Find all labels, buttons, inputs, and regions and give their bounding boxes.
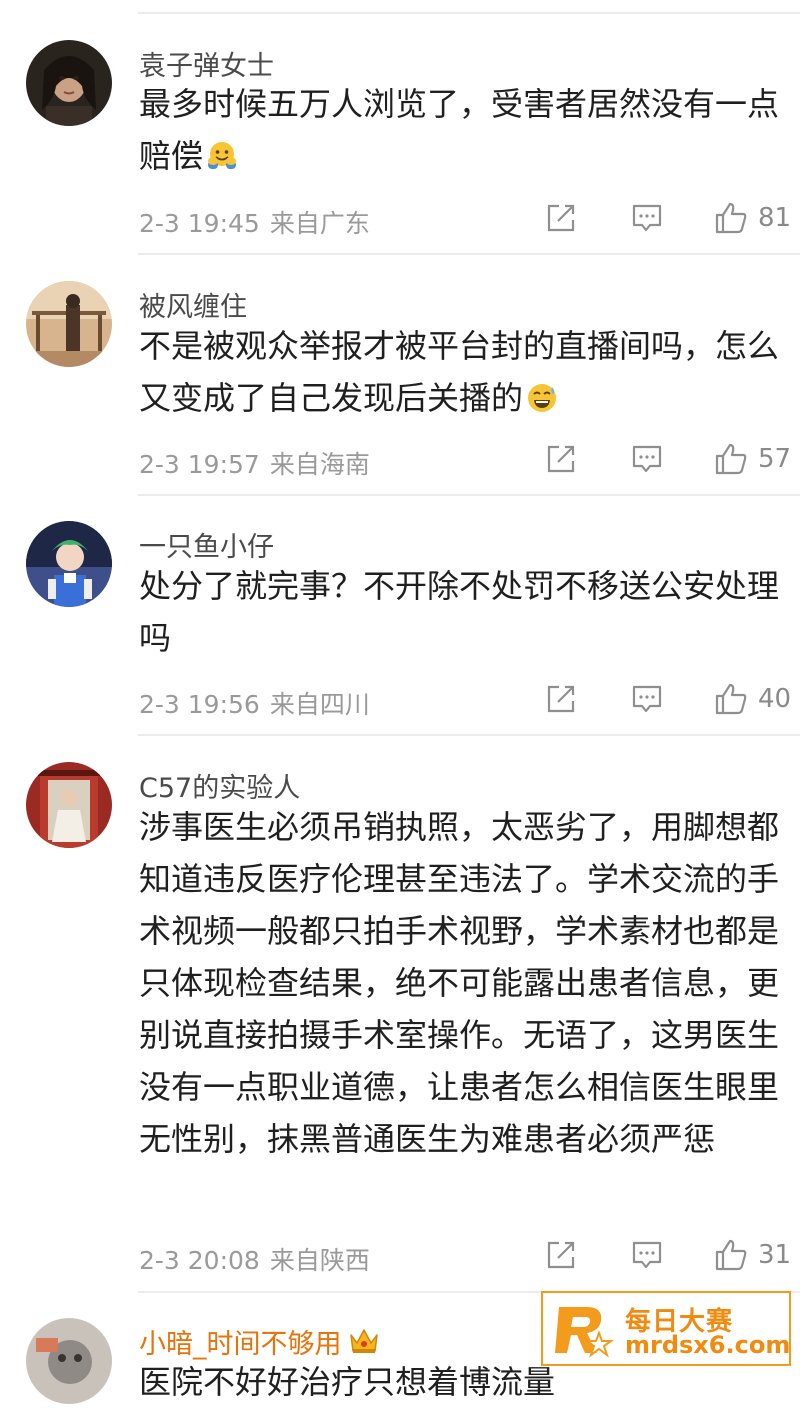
thumbs-up-icon [715,202,747,234]
timestamp: 2-3 19:57 [139,450,260,479]
username[interactable]: C57的实验人 [139,766,300,805]
timestamp: 2-3 19:45 [139,209,260,238]
share-button[interactable] [544,679,578,719]
share-edit-icon [547,204,575,232]
reply-button[interactable] [630,1235,664,1275]
location: 来自陕西 [269,1246,370,1275]
share-button[interactable] [544,198,578,238]
comment-actions: 57 [510,439,800,479]
comment-bubble-icon [632,204,662,232]
divider [138,494,800,496]
like-button[interactable]: 31 [714,1235,791,1275]
avatar[interactable] [26,521,112,607]
avatar[interactable] [26,1318,112,1404]
avatar[interactable] [26,762,112,848]
avatar[interactable] [26,40,112,126]
username[interactable]: 一只鱼小仔 [139,525,274,564]
comment-text: 不是被观众举报才被平台封的直播间吗，怎么又变成了自己发现后关播的 [139,327,780,417]
divider [138,12,800,14]
share-edit-icon [547,685,575,713]
share-button[interactable] [544,1235,578,1275]
like-button[interactable]: 81 [714,198,791,238]
comment-meta: 2-3 19:56 来自四川 [139,685,370,721]
crown-icon [349,1329,378,1353]
like-button[interactable]: 57 [714,439,791,479]
comment-bubble-icon [632,1241,662,1269]
timestamp: 2-3 19:56 [139,690,260,719]
divider [138,734,800,736]
share-edit-icon [547,1241,575,1269]
reply-button[interactable] [630,679,664,719]
like-count: 57 [758,444,792,474]
comment-actions: 40 [510,679,800,719]
like-count: 31 [758,1240,792,1270]
comment-bubble-icon [632,445,662,473]
thumbs-up-icon [715,683,747,715]
sweat-smile-icon [528,384,557,412]
share-button[interactable] [544,439,578,479]
thumbs-up-icon [715,443,747,475]
like-count: 81 [758,203,792,233]
share-edit-icon [547,445,575,473]
like-button[interactable]: 40 [714,679,791,719]
comment-meta: 2-3 20:08 来自陕西 [139,1241,370,1277]
divider [138,253,800,255]
watermark-domain: mrdsx6.com [625,1331,791,1359]
like-count: 40 [758,684,792,714]
avatar[interactable] [26,281,112,367]
comment-actions: 31 [510,1235,800,1275]
comment-meta: 2-3 19:57 来自海南 [139,445,370,481]
hugging-face-icon [208,142,237,169]
location: 来自四川 [269,690,370,719]
comment-text: 涉事医生必须吊销执照，太恶劣了，用脚想都知道违反医疗伦理甚至违法了。学术交流的手… [139,808,780,1158]
comment-actions: 81 [510,198,800,238]
brand-logo-icon [555,1307,615,1358]
location: 来自广东 [269,209,370,238]
reply-button[interactable] [630,198,664,238]
reply-button[interactable] [630,439,664,479]
watermark-logo: 每日大赛 mrdsx6.com [541,1291,791,1366]
location: 来自海南 [269,450,370,479]
comment-bubble-icon [632,685,662,713]
comment-text: 处分了就完事？不开除不处罚不移送公安处理吗 [139,567,780,657]
comment-text: 最多时候五万人浏览了，受害者居然没有一点赔偿 [139,85,780,175]
timestamp: 2-3 20:08 [139,1246,260,1275]
comment-feed: 袁子弹女士 最多时候五万人浏览了，受害者居然没有一点赔偿 2-3 19:45 来自… [0,0,800,1404]
comment-meta: 2-3 19:45 来自广东 [139,204,370,240]
username[interactable]: 被风缠住 [139,285,247,324]
thumbs-up-icon [715,1239,747,1271]
